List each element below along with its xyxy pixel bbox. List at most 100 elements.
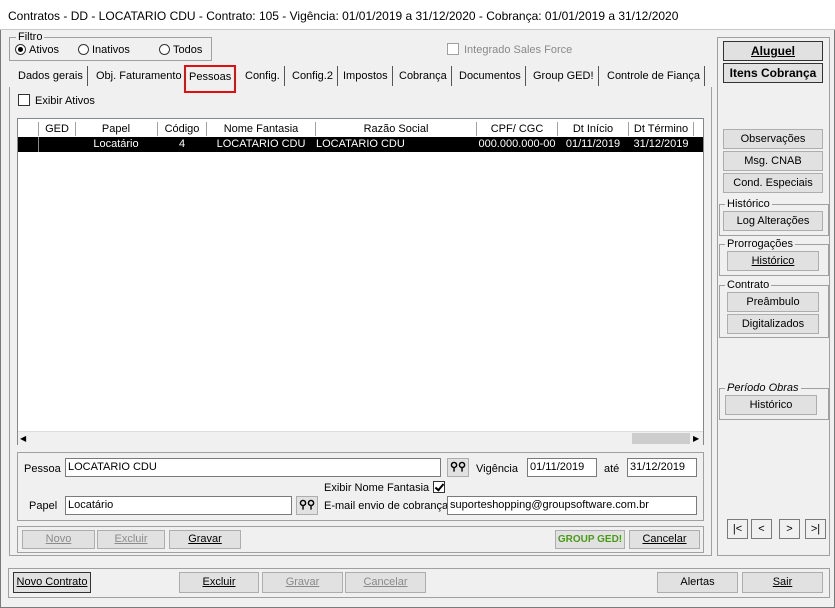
nav-next-button[interactable]: > (779, 519, 800, 539)
title-bar: Contratos - DD - LOCATARIO CDU - Contrat… (0, 0, 835, 30)
bottom-excluir-button-label: Excluir (202, 576, 236, 588)
alertas-button-label: Alertas (680, 576, 715, 588)
gravar-button-label: Gravar (188, 533, 222, 545)
tab-obj-faturamento[interactable]: Obj. Faturamento (92, 66, 187, 86)
filter-group-label: Filtro (16, 31, 45, 43)
bottom-excluir-button[interactable]: Excluir (179, 572, 259, 593)
integrado-checkbox-box (447, 43, 459, 55)
exibir-ativos-box (18, 94, 30, 106)
nav-last-button[interactable]: >| (805, 519, 826, 539)
novo-contrato-button-label: Novo Contrato (16, 576, 88, 588)
horizontal-scrollbar[interactable]: ◀ ▶ (18, 431, 703, 445)
cell-dt-inicio: 01/11/2019 (565, 138, 621, 150)
scroll-thumb[interactable] (632, 433, 690, 444)
col-header-ged[interactable]: GED (38, 122, 76, 136)
cond-especiais-button[interactable]: Cond. Especiais (723, 173, 823, 193)
observacoes-button[interactable]: Observações (723, 129, 823, 149)
radio-todos-indicator (159, 44, 170, 55)
digitalizados-button[interactable]: Digitalizados (727, 314, 819, 334)
cell-nome-fantasia: LOCATARIO CDU (216, 138, 306, 150)
preambulo-button[interactable]: Preâmbulo (727, 292, 819, 312)
exibir-nome-fantasia-box (433, 481, 446, 493)
sair-button[interactable]: Sair (742, 572, 823, 593)
radio-todos[interactable]: Todos (159, 44, 202, 56)
tab-dados-gerais[interactable]: Dados gerais (14, 66, 88, 86)
cell-dt-termino: 31/12/2019 (633, 138, 689, 150)
bottom-cancelar-button-label: Cancelar (363, 576, 408, 588)
radio-ativos[interactable]: Ativos (15, 44, 59, 56)
periodo-obras-historico-button[interactable]: Histórico (725, 395, 817, 415)
vigencia-start-field[interactable]: 01/11/2019 (527, 458, 597, 477)
aluguel-button[interactable]: Aluguel (723, 41, 823, 61)
exibir-ativos-checkbox[interactable]: Exibir Ativos (18, 94, 95, 107)
contrato-group-label: Contrato (725, 279, 772, 291)
log-alteracoes-button[interactable]: Log Alterações (723, 211, 823, 231)
pessoa-search-binoculars-icon[interactable]: ⚲⚲ (447, 458, 469, 477)
grid-header: GED Papel Código Nome Fantasia Razão Soc… (18, 122, 703, 136)
cond-especiais-button-label: Cond. Especiais (733, 177, 813, 189)
itens-cobranca-button-label: Itens Cobrança (729, 66, 817, 80)
pessoa-field[interactable]: LOCATARIO CDU (65, 458, 441, 477)
email-field[interactable]: suporteshopping@groupsoftware.com.br (447, 496, 697, 515)
bottom-gravar-button[interactable]: Gravar (262, 572, 343, 593)
cell-papel: Locatário (93, 138, 139, 150)
digitalizados-button-label: Digitalizados (741, 318, 805, 330)
excluir-button[interactable]: Excluir (97, 530, 165, 549)
col-header-nome-fantasia[interactable]: Nome Fantasia (207, 122, 316, 136)
exibir-nome-fantasia-checkbox[interactable]: Exibir Nome Fantasia (324, 481, 446, 494)
tab-cobranca[interactable]: Cobrança (395, 66, 452, 86)
papel-search-binoculars-icon[interactable]: ⚲⚲ (296, 496, 318, 515)
col-header-codigo[interactable]: Código (158, 122, 207, 136)
tab-controle-fianca[interactable]: Controle de Fiança (603, 66, 705, 86)
papel-field[interactable]: Locatário (65, 496, 292, 515)
exibir-ativos-label: Exibir Ativos (35, 95, 95, 107)
tab-documentos[interactable]: Documentos (455, 66, 526, 86)
tab-group-ged[interactable]: Group GED! (529, 66, 599, 86)
prorrogacoes-historico-button[interactable]: Histórico (727, 251, 819, 271)
radio-ativos-indicator (15, 44, 26, 55)
ate-label: até (604, 463, 620, 475)
tab-config[interactable]: Config. (241, 66, 285, 86)
novo-contrato-button[interactable]: Novo Contrato (13, 572, 91, 593)
cell-cpf-cgc: 000.000.000-00 (478, 138, 556, 150)
bottom-gravar-button-label: Gravar (285, 576, 320, 588)
col-header-razao-social[interactable]: Razão Social (316, 122, 477, 136)
col-header-cpf-cgc[interactable]: CPF/ CGC (477, 122, 558, 136)
periodo-obras-historico-button-label: Histórico (749, 399, 793, 411)
vigencia-end-field[interactable]: 31/12/2019 (627, 458, 697, 477)
radio-ativos-label: Ativos (29, 44, 59, 56)
email-label: E-mail envio de cobrança (324, 500, 449, 512)
itens-cobranca-button[interactable]: Itens Cobrança (723, 63, 823, 83)
bottom-cancelar-button[interactable]: Cancelar (345, 572, 426, 593)
papel-label: Papel (29, 500, 58, 512)
col-header-dt-inicio[interactable]: Dt Início (558, 122, 629, 136)
msg-cnab-button-label: Msg. CNAB (744, 155, 802, 167)
cancelar-inner-button[interactable]: Cancelar (629, 530, 700, 549)
cancelar-inner-button-label: Cancelar (642, 533, 687, 545)
exibir-nome-fantasia-label: Exibir Nome Fantasia (324, 482, 430, 494)
tab-impostos[interactable]: Impostos (339, 66, 393, 86)
col-header-papel[interactable]: Papel (75, 122, 158, 136)
integrado-sales-force-checkbox[interactable]: Integrado Sales Force (447, 43, 572, 56)
radio-inativos-label: Inativos (92, 44, 130, 56)
novo-button[interactable]: Novo (22, 530, 95, 549)
gravar-button[interactable]: Gravar (169, 530, 241, 549)
nav-prev-button[interactable]: < (751, 519, 772, 539)
alertas-button[interactable]: Alertas (657, 572, 738, 593)
nav-first-button[interactable]: |< (727, 519, 748, 539)
radio-inativos[interactable]: Inativos (78, 44, 130, 56)
table-row[interactable]: Locatário 4 LOCATARIO CDU LOCATARIO CDU … (18, 137, 703, 152)
vigencia-label: Vigência (476, 463, 518, 475)
scroll-right-arrow-icon[interactable]: ▶ (693, 433, 703, 444)
pessoas-grid: GED Papel Código Nome Fantasia Razão Soc… (17, 118, 704, 445)
cell-ged (38, 137, 75, 152)
group-ged-button[interactable]: GROUP GED! (555, 530, 625, 549)
historico-group-label: Histórico (725, 198, 772, 210)
observacoes-button-label: Observações (740, 133, 806, 145)
group-ged-logo: GROUP GED! (557, 534, 623, 545)
log-alteracoes-button-label: Log Alterações (736, 215, 810, 227)
col-header-dt-termino[interactable]: Dt Término (629, 122, 694, 136)
scroll-left-arrow-icon[interactable]: ◀ (20, 433, 30, 444)
tab-config2[interactable]: Config.2 (288, 66, 338, 86)
msg-cnab-button[interactable]: Msg. CNAB (723, 151, 823, 171)
